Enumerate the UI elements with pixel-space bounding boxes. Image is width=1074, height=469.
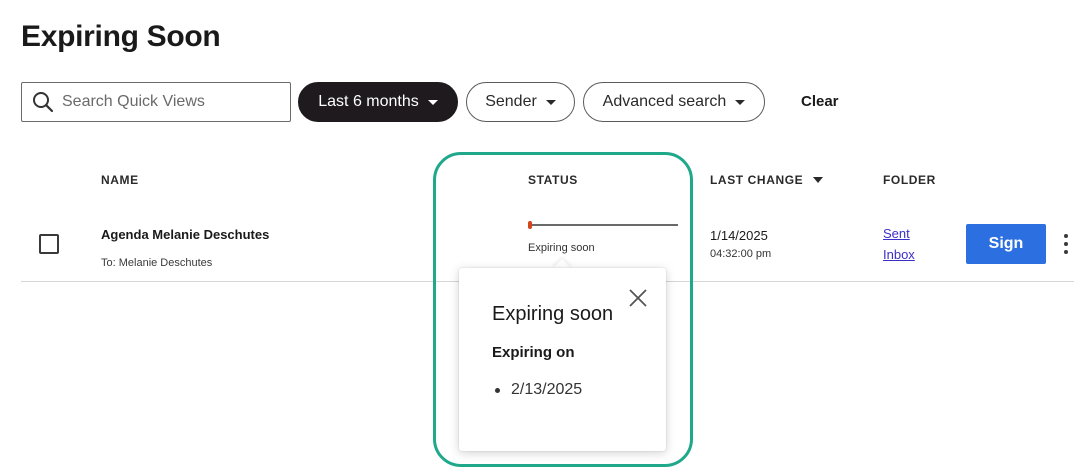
bullet-icon <box>495 387 500 393</box>
sort-caret-down-icon <box>813 177 824 183</box>
row-checkbox[interactable] <box>39 234 59 254</box>
close-icon[interactable] <box>628 288 648 308</box>
document-name: Agenda Melanie Deschutes <box>101 227 270 242</box>
popover-list-item: 2/13/2025 <box>495 381 582 399</box>
date-range-label: Last 6 months <box>318 93 419 110</box>
search-icon <box>33 92 54 113</box>
last-change-time: 04:32:00 pm <box>710 248 772 260</box>
folder-link-sent[interactable]: Sent <box>883 226 910 241</box>
clear-filters-button[interactable]: Clear <box>801 93 839 110</box>
caret-down-icon <box>545 99 556 105</box>
popover-title: Expiring soon <box>492 303 614 325</box>
column-header-status-label: STATUS <box>528 173 578 187</box>
document-recipient: To: Melanie Deschutes <box>101 257 213 269</box>
search-input[interactable] <box>62 93 282 111</box>
page-title: Expiring Soon <box>21 20 221 53</box>
sender-label: Sender <box>485 93 537 110</box>
caret-down-icon <box>427 99 438 105</box>
column-header-last-change-label: LAST CHANGE <box>710 173 804 187</box>
caret-down-icon <box>735 99 746 105</box>
status-progress-track <box>528 224 678 226</box>
advanced-search-label: Advanced search <box>602 93 727 110</box>
column-header-folder: FOLDER <box>883 173 936 187</box>
popover-subtitle: Expiring on <box>492 344 575 361</box>
status-popover: Expiring soon Expiring on 2/13/2025 <box>459 268 666 451</box>
column-header-name-label: NAME <box>101 173 139 187</box>
sender-filter-button[interactable]: Sender <box>466 82 575 122</box>
status-progress-fill <box>528 221 532 229</box>
sign-button[interactable]: Sign <box>966 224 1046 264</box>
column-header-status: STATUS <box>528 173 578 187</box>
column-header-last-change[interactable]: LAST CHANGE <box>710 173 824 187</box>
advanced-search-button[interactable]: Advanced search <box>583 82 765 122</box>
column-header-name: NAME <box>101 173 139 187</box>
search-box[interactable] <box>21 82 291 122</box>
folder-link-inbox[interactable]: Inbox <box>883 247 915 262</box>
more-vertical-icon[interactable] <box>1058 230 1074 258</box>
last-change-date: 1/14/2025 <box>710 228 768 243</box>
date-range-filter-button[interactable]: Last 6 months <box>298 82 458 122</box>
column-header-folder-label: FOLDER <box>883 173 936 187</box>
status-text[interactable]: Expiring soon <box>528 242 595 254</box>
expiry-date: 2/13/2025 <box>511 381 583 398</box>
